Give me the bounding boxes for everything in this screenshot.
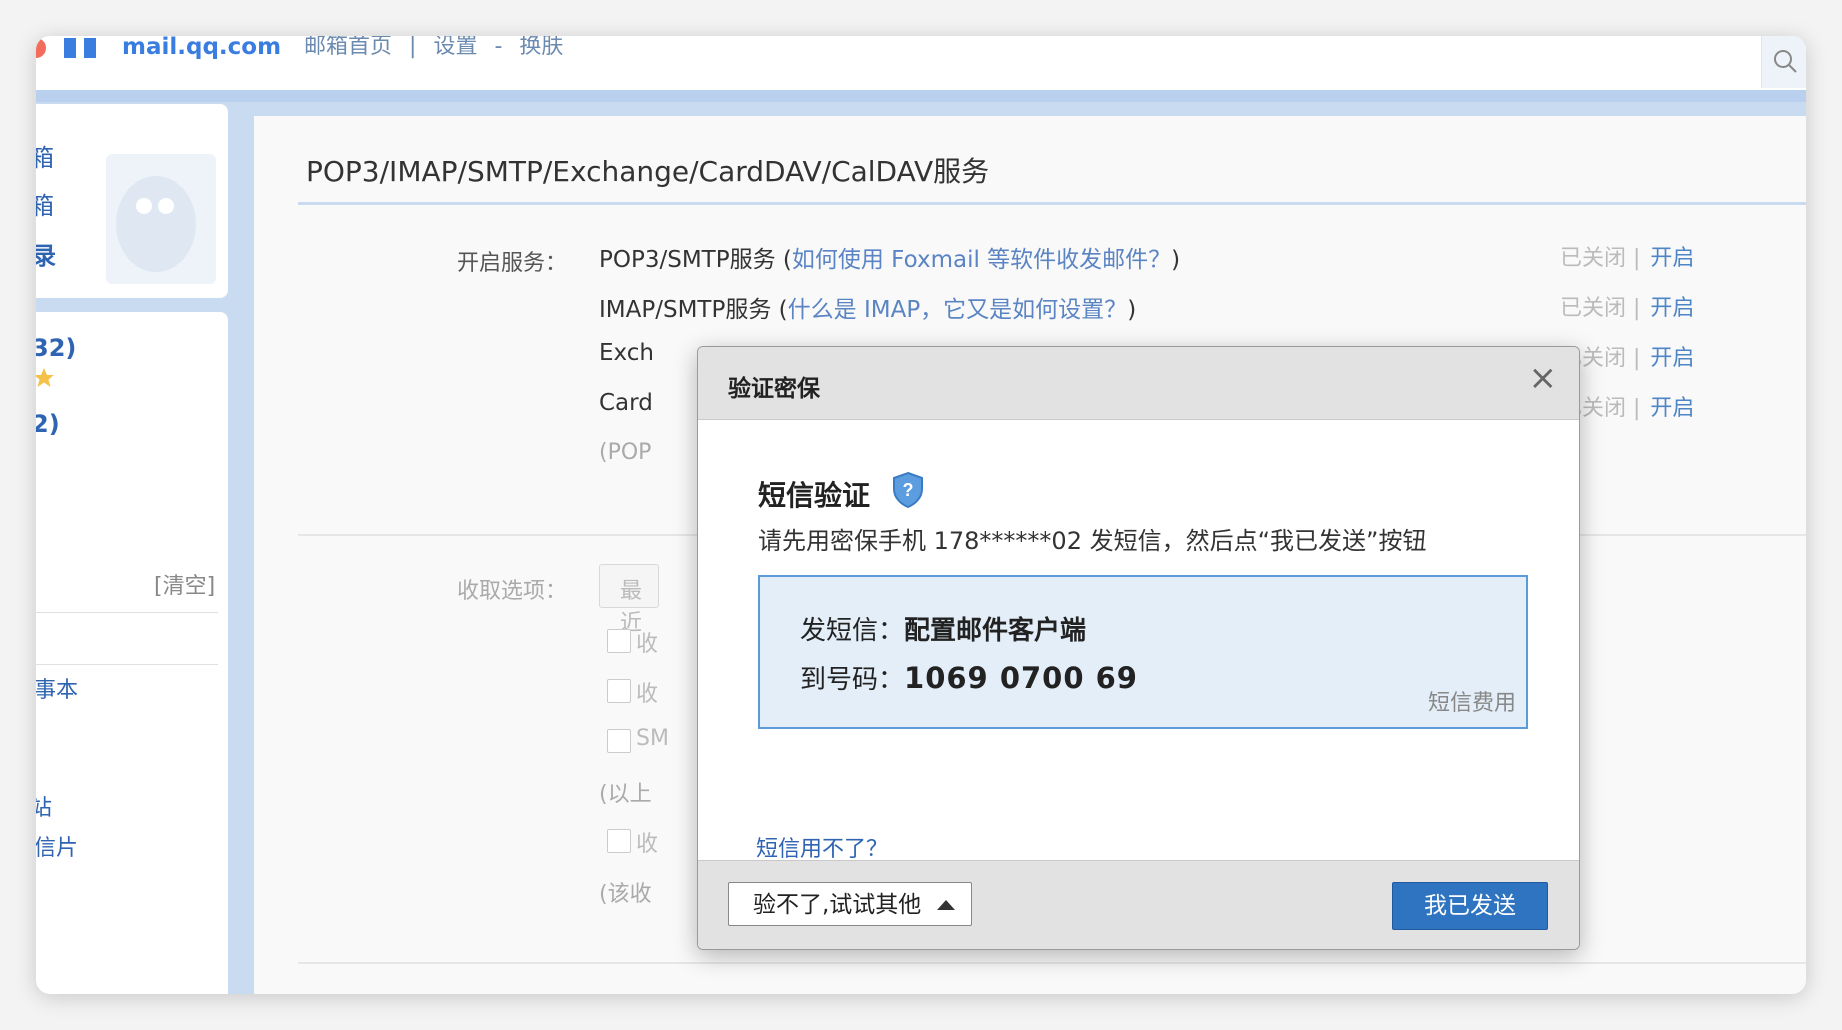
service-row-imap: IMAP/SMTP服务 (什么是 IMAP，它又是如何设置？) [599, 297, 1137, 323]
shield-question-icon[interactable]: ? [891, 471, 925, 509]
verify-security-dialog: 验证密保 × 短信验证 ? 请先用密保手机 178******02 发短信，然后… [697, 346, 1580, 950]
settings-link[interactable]: 设置 [433, 36, 477, 59]
option-checkbox[interactable] [607, 679, 631, 703]
sidebar-item-station[interactable]: 站 [36, 790, 52, 822]
caret-up-icon [937, 900, 955, 910]
separator: - [494, 36, 503, 59]
receive-note: (该收 [599, 882, 652, 907]
option-checkbox[interactable] [607, 729, 631, 753]
top-links: 邮箱首页 | 设置 - 换肤 [304, 36, 573, 60]
enable-imap-link[interactable]: 开启 [1650, 296, 1694, 321]
sidebar-item-outbox[interactable]: 箱 [36, 186, 54, 221]
carddav-status: 已关闭 | 开启 [1560, 396, 1695, 421]
header-strip [36, 90, 1806, 102]
sms-content-line: 发短信：配置邮件客户端 [800, 610, 1086, 647]
clear-trash-link[interactable]: [清空] [154, 568, 215, 600]
sidebar-item-address-book[interactable]: 录 [36, 236, 56, 271]
sidebar-item-notebook[interactable]: 事本 [36, 672, 78, 704]
browser-window: mail.qq.com 邮箱首页 | 设置 - 换肤 箱 箱 录 32) 2) … [36, 36, 1806, 994]
page-title: POP3/IMAP/SMTP/Exchange/CardDAV/CalDAV服务 [306, 155, 990, 188]
sidebar-item-inbox[interactable]: 箱 [36, 138, 54, 173]
service-row-exchange: Exch [599, 340, 654, 366]
sms-number-line: 到号码：1069 0700 69 [800, 659, 1138, 696]
option-label: 收 [636, 832, 659, 857]
option-label: 收 [636, 632, 659, 657]
svg-text:?: ? [903, 480, 914, 500]
sms-unavailable-link[interactable]: 短信用不了？ [756, 831, 888, 863]
qq-penguin-watermark-icon [106, 154, 216, 284]
dialog-header: 验证密保 × [698, 347, 1579, 420]
sidebar-folder-list: 32) 2) [清空] 事本 站 信片 [36, 312, 228, 994]
title-divider [298, 202, 1806, 205]
mail-home-link[interactable]: 邮箱首页 [304, 36, 392, 59]
receive-range-select[interactable]: 最近 [599, 564, 659, 636]
sidebar-folders-card: 箱 箱 录 [36, 104, 228, 298]
dialog-title: 验证密保 [728, 376, 820, 402]
sms-content: 配置邮件客户端 [904, 616, 1087, 646]
divider [36, 664, 218, 665]
service-row-pop3: POP3/SMTP服务 (如何使用 Foxmail 等软件收发邮件？) [599, 247, 1181, 273]
options-note: (以上 [599, 782, 652, 807]
enable-carddav-link[interactable]: 开启 [1650, 396, 1694, 421]
to-label: 到号码： [800, 665, 905, 695]
section-divider [298, 962, 1806, 964]
enable-pop3-link[interactable]: 开启 [1650, 246, 1694, 271]
option-label: 收 [636, 682, 659, 707]
exchange-status: 已关闭 | 开启 [1560, 346, 1695, 371]
enable-exchange-link[interactable]: 开启 [1650, 346, 1694, 371]
foxmail-help-link[interactable]: 如何使用 Foxmail 等软件收发邮件？ [792, 247, 1171, 273]
star-icon[interactable] [36, 366, 56, 390]
sms-info-box: 发短信：配置邮件客户端 到号码：1069 0700 69 短信费用 [758, 575, 1528, 729]
sms-fee-link[interactable]: 短信费用 [1428, 685, 1516, 717]
try-other-label: 验不了,试试其他 [753, 892, 922, 918]
sms-verify-title: 短信验证 [758, 479, 871, 512]
service-label: 开启服务： [457, 251, 568, 276]
close-icon[interactable]: × [1529, 361, 1558, 395]
divider [36, 612, 218, 613]
send-label: 发短信： [800, 616, 905, 646]
i-have-sent-button[interactable]: 我已发送 [1392, 882, 1548, 930]
sms-number: 1069 0700 69 [904, 661, 1138, 695]
search-button[interactable] [1761, 36, 1806, 88]
skin-link[interactable]: 换肤 [519, 36, 563, 59]
receive-options-label: 收取选项： [457, 579, 568, 604]
unread-count[interactable]: 32) [36, 334, 76, 362]
option-checkbox[interactable] [607, 829, 631, 853]
top-bar: mail.qq.com 邮箱首页 | 设置 - 换肤 [36, 36, 1806, 90]
try-other-method-button[interactable]: 验不了,试试其他 [728, 882, 972, 926]
separator: | [409, 36, 417, 59]
draft-count[interactable]: 2) [36, 410, 60, 438]
imap-help-link[interactable]: 什么是 IMAP，它又是如何设置？ [788, 297, 1128, 323]
sidebar-item-postcard[interactable]: 信片 [36, 830, 78, 862]
service-row-carddav: Card [599, 390, 653, 416]
pop-note: (POP [599, 440, 652, 465]
option-label: SM [636, 726, 669, 751]
dialog-footer: 验不了,试试其他 我已发送 [698, 860, 1579, 949]
pop3-status: 已关闭 | 开启 [1560, 246, 1695, 271]
imap-status: 已关闭 | 开启 [1560, 296, 1695, 321]
search-icon [1774, 50, 1797, 73]
sms-instruction: 请先用密保手机 178******02 发短信，然后点“我已发送”按钮 [758, 527, 1427, 555]
domain-label[interactable]: mail.qq.com [122, 36, 281, 60]
option-checkbox[interactable] [607, 629, 631, 653]
